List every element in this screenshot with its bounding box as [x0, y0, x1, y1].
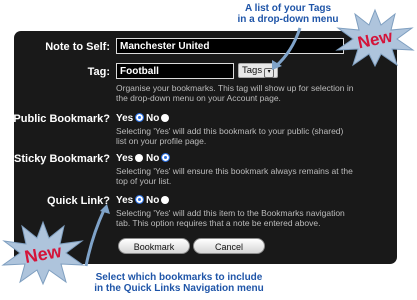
- quick-link-label: Quick Link?: [47, 195, 110, 207]
- tag-label: Tag:: [87, 66, 110, 78]
- public-bookmark-label: Public Bookmark?: [13, 113, 110, 125]
- tag-help-text: Organise your bookmarks. This tag will s…: [116, 83, 354, 103]
- public-help-text: Selecting 'Yes' will add this bookmark t…: [116, 126, 344, 146]
- sticky-yes-radio[interactable]: Yes: [116, 153, 144, 164]
- quick-link-help-text: Selecting 'Yes' will add this item to th…: [116, 208, 345, 228]
- radio-unselected-icon: [135, 154, 144, 162]
- cancel-button[interactable]: Cancel: [193, 238, 265, 254]
- public-no-radio[interactable]: No: [146, 113, 170, 124]
- annotation-line: Select which bookmarks to include: [95, 272, 263, 283]
- radio-unselected-icon: [161, 114, 170, 122]
- no-label: No: [146, 113, 160, 124]
- annotation-line: in the Quick Links Navigation menu: [94, 283, 264, 294]
- public-yes-radio[interactable]: Yes: [116, 113, 145, 124]
- quick-links-annotation: Select which bookmarks to include in the…: [74, 272, 284, 294]
- radio-selected-icon: [135, 195, 145, 204]
- sticky-bookmark-label: Sticky Bookmark?: [14, 153, 110, 165]
- tag-input[interactable]: Football: [116, 63, 234, 79]
- tags-dropdown[interactable]: Tags ▾: [238, 63, 278, 78]
- yes-label: Yes: [116, 113, 134, 124]
- chevron-down-icon: ▾: [264, 68, 275, 78]
- quick-yes-radio[interactable]: Yes: [116, 195, 145, 206]
- note-label: Note to Self:: [45, 41, 110, 53]
- yes-label: Yes: [116, 153, 134, 164]
- new-badge-bottom: New: [1, 220, 85, 286]
- sticky-help-text: Selecting 'Yes' will ensure this bookmar…: [116, 166, 353, 186]
- yes-label: Yes: [116, 195, 134, 206]
- sticky-no-radio[interactable]: No: [146, 153, 171, 164]
- radio-selected-icon: [135, 113, 145, 122]
- quick-no-radio[interactable]: No: [146, 195, 170, 206]
- no-label: No: [146, 153, 160, 164]
- no-label: No: [146, 195, 160, 206]
- bookmark-button[interactable]: Bookmark: [118, 238, 190, 254]
- tags-dropdown-label: Tags: [242, 65, 263, 76]
- radio-unselected-icon: [161, 196, 170, 204]
- new-badge-top: New: [335, 8, 415, 68]
- radio-selected-icon: [161, 153, 171, 162]
- note-input[interactable]: Manchester United: [116, 38, 344, 54]
